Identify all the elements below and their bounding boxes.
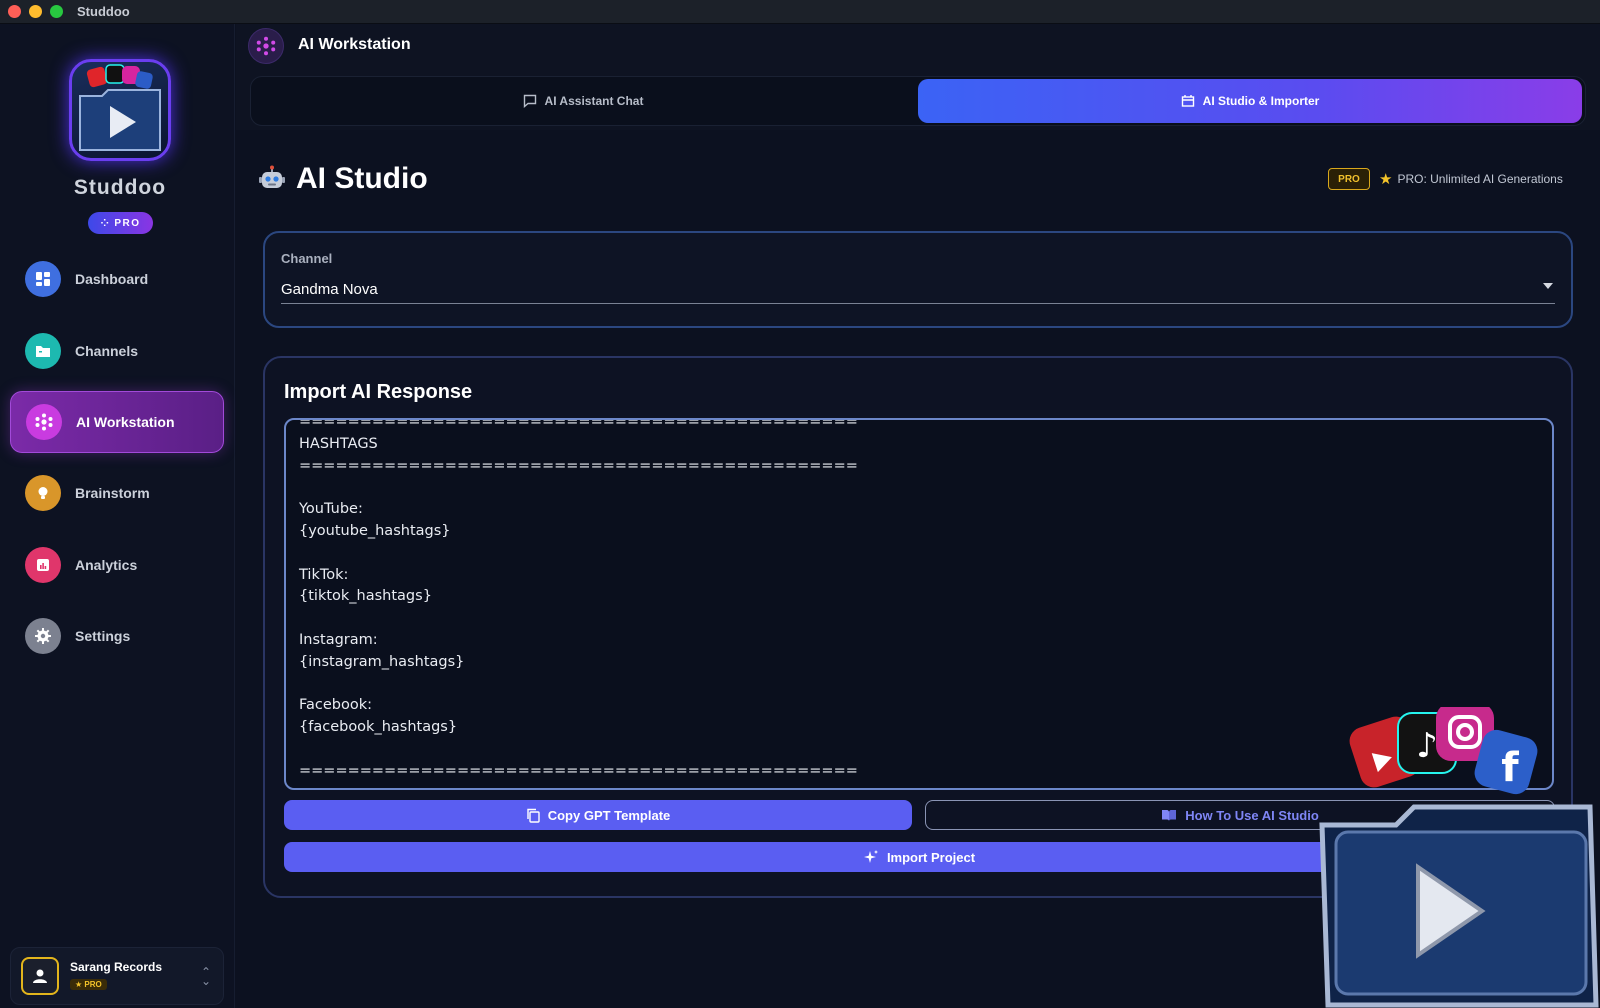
tab-label: AI Assistant Chat bbox=[544, 94, 644, 108]
gear-icon bbox=[25, 618, 61, 654]
app-window: Studdoo Studdoo ⁘ PRO Dashboard Channels… bbox=[0, 0, 1600, 1008]
book-icon bbox=[1162, 809, 1177, 821]
ai-workstation-header-icon bbox=[248, 28, 284, 64]
user-account-switcher[interactable]: Sarang Records ★ PRO ⌃ ⌄ bbox=[10, 947, 224, 1005]
channel-label: Channel bbox=[281, 251, 333, 266]
sidebar-item-brainstorm[interactable]: Brainstorm bbox=[10, 462, 224, 524]
lightbulb-icon bbox=[25, 475, 61, 511]
sidebar-item-channels[interactable]: Channels bbox=[10, 320, 224, 382]
sidebar-item-label: Brainstorm bbox=[75, 485, 150, 501]
app-logo-icon bbox=[79, 64, 161, 151]
avatar bbox=[21, 957, 59, 995]
app-logo bbox=[69, 59, 171, 161]
channel-select[interactable]: Gandma Nova bbox=[281, 281, 378, 298]
studio-heading: AI Studio bbox=[258, 162, 428, 196]
channel-select-card: Channel Gandma Nova bbox=[263, 231, 1573, 328]
window-controls bbox=[8, 5, 63, 18]
copy-button-label: Copy GPT Template bbox=[547, 807, 671, 823]
import-button-label: Import Project bbox=[886, 849, 976, 865]
folder-icon bbox=[25, 333, 61, 369]
import-section-title: Import AI Response bbox=[284, 381, 473, 403]
brand-pro-badge: ⁘ PRO bbox=[88, 212, 153, 234]
chevron-up-down-icon: ⌃ ⌄ bbox=[200, 965, 211, 988]
user-meta: Sarang Records ★ PRO bbox=[70, 960, 162, 992]
ai-workstation-icon bbox=[26, 404, 62, 440]
pro-note-text: PRO: Unlimited AI Generations bbox=[1397, 172, 1563, 186]
sidebar-item-label: Analytics bbox=[75, 557, 138, 573]
svg-text:f: f bbox=[1501, 745, 1519, 791]
sidebar-item-label: AI Workstation bbox=[76, 414, 175, 430]
channel-underline bbox=[281, 303, 1555, 304]
svg-text:♪: ♪ bbox=[1416, 726, 1438, 766]
sidebar-item-analytics[interactable]: Analytics bbox=[10, 534, 224, 596]
page-header-title: AI Workstation bbox=[298, 36, 411, 53]
dashboard-icon bbox=[25, 261, 61, 297]
page-title: AI Studio bbox=[296, 162, 428, 195]
zoom-window-button[interactable] bbox=[50, 5, 63, 18]
chat-icon bbox=[523, 94, 536, 108]
sidebar-item-ai-workstation[interactable]: AI Workstation bbox=[10, 391, 224, 453]
chevron-down-icon[interactable] bbox=[1543, 283, 1553, 289]
tab-ai-assistant-chat[interactable]: AI Assistant Chat bbox=[253, 79, 913, 123]
window-title: Studdoo bbox=[77, 4, 130, 19]
tab-label: AI Studio & Importer bbox=[1202, 94, 1320, 108]
brand-name: Studdoo bbox=[73, 176, 167, 199]
pro-note: ★ PRO: Unlimited AI Generations bbox=[1379, 170, 1563, 188]
pro-chip: PRO bbox=[1328, 168, 1370, 190]
sidebar-item-label: Settings bbox=[75, 628, 131, 644]
robot-icon bbox=[259, 165, 285, 188]
workstation-header: AI Workstation AI Assistant Chat AI Stud… bbox=[236, 24, 1600, 130]
tab-ai-studio-importer[interactable]: AI Studio & Importer bbox=[918, 79, 1582, 123]
sidebar-item-label: Channels bbox=[75, 343, 139, 359]
sparkle-icon bbox=[863, 850, 878, 863]
sidebar-item-label: Dashboard bbox=[75, 271, 149, 287]
user-pro-badge: ★ PRO bbox=[70, 979, 107, 990]
ai-response-text: ========================================… bbox=[299, 418, 858, 779]
sidebar-item-settings[interactable]: Settings bbox=[10, 605, 224, 667]
sidebar-item-dashboard[interactable]: Dashboard bbox=[10, 248, 224, 310]
studio-icon bbox=[1181, 95, 1194, 107]
app-promo-art: ♪ f bbox=[1319, 707, 1599, 1008]
copy-gpt-template-button[interactable]: Copy GPT Template bbox=[284, 800, 912, 830]
howto-button-label: How To Use AI Studio bbox=[1185, 807, 1319, 823]
minimize-window-button[interactable] bbox=[29, 5, 42, 18]
brand-pro-badge-label: PRO bbox=[114, 217, 141, 229]
user-icon bbox=[33, 969, 47, 983]
title-bar: Studdoo bbox=[0, 0, 1600, 24]
star-icon: ★ bbox=[1379, 171, 1393, 188]
close-window-button[interactable] bbox=[8, 5, 21, 18]
workstation-tabs: AI Assistant Chat AI Studio & Importer bbox=[250, 76, 1586, 126]
sparkle-icon: ⁘ bbox=[100, 217, 111, 229]
user-name: Sarang Records bbox=[70, 960, 163, 974]
copy-icon bbox=[527, 808, 540, 823]
chart-icon bbox=[25, 547, 61, 583]
sidebar: Studdoo ⁘ PRO Dashboard Channels AI Work… bbox=[0, 24, 235, 1008]
